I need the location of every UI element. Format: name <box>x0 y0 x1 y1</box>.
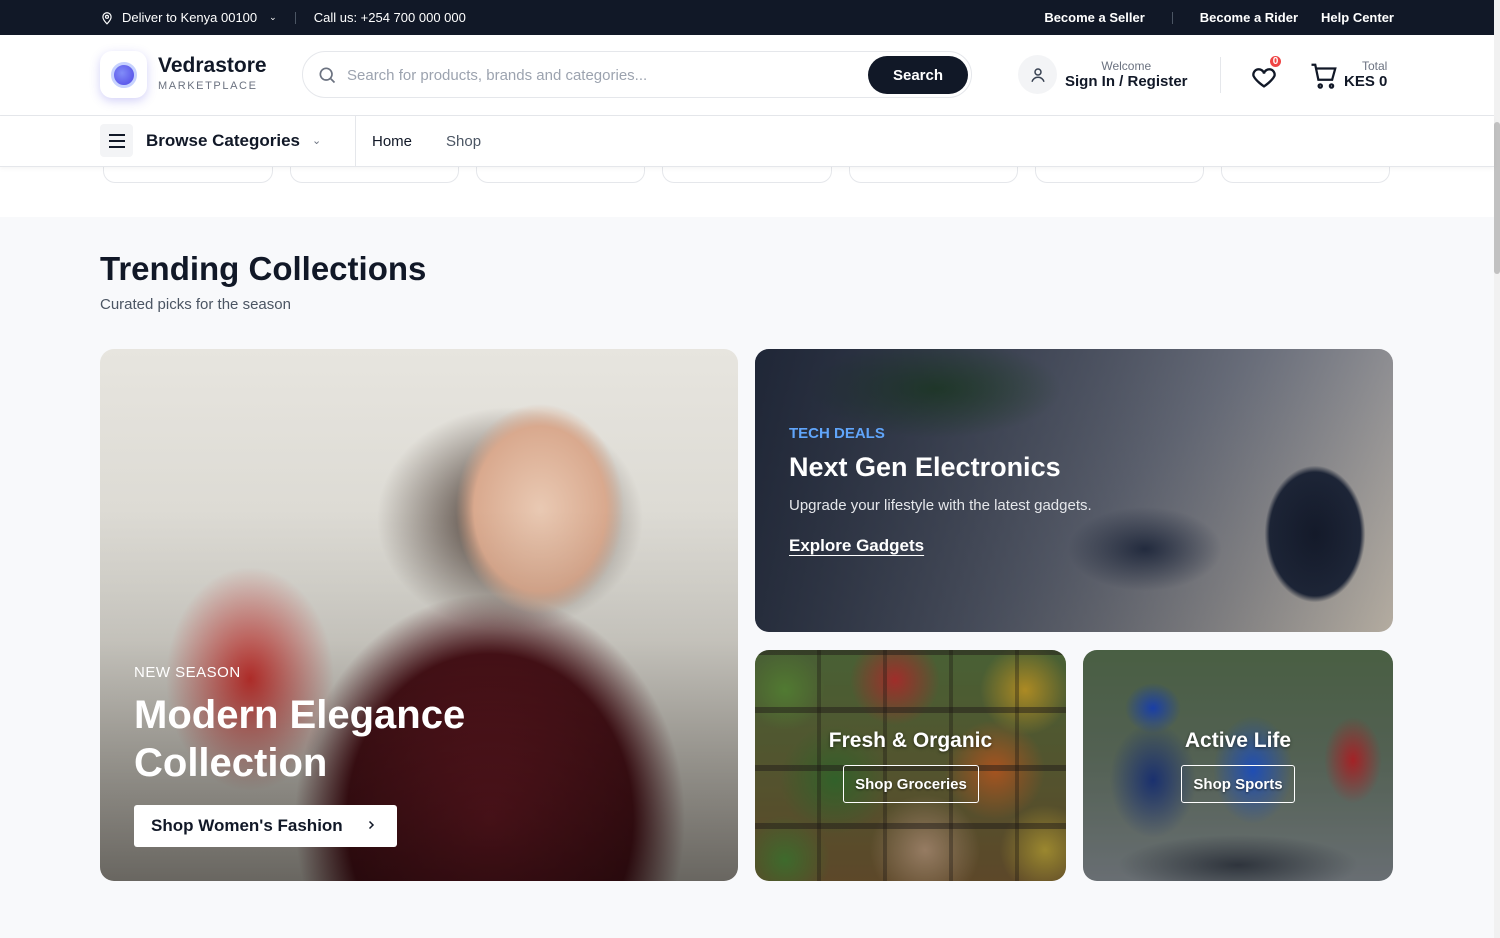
user-icon <box>1018 55 1057 94</box>
search-input[interactable] <box>347 62 857 88</box>
groceries-card[interactable]: Fresh & Organic Shop Groceries <box>755 650 1066 881</box>
search-bar: Search <box>302 51 972 98</box>
search-icon <box>319 67 336 84</box>
section-title: Trending Collections <box>100 250 427 287</box>
cart-icon[interactable] <box>1309 61 1339 91</box>
account-link[interactable]: Welcome Sign In / Register <box>1018 55 1188 94</box>
section-subtitle: Curated picks for the season <box>100 296 291 313</box>
divider <box>1220 57 1221 93</box>
site-header: Vedrastore MARKETPLACE Search Welcome Si… <box>0 35 1494 116</box>
fashion-tag: NEW SEASON <box>134 664 241 681</box>
fashion-title: Modern Elegance Collection <box>134 693 466 785</box>
sports-title: Active Life <box>1184 729 1292 752</box>
explore-gadgets-link[interactable]: Explore Gadgets <box>789 536 924 556</box>
divider <box>1171 11 1173 24</box>
cart-total-label: Total <box>1362 59 1388 73</box>
electronics-title: Next Gen Electronics <box>789 452 1061 482</box>
browse-categories-label: Browse Categories <box>146 130 300 150</box>
nav-home[interactable]: Home <box>372 133 412 150</box>
sign-in-register[interactable]: Sign In / Register <box>1065 73 1188 90</box>
deliver-location[interactable]: Deliver to Kenya 00100 <box>122 10 257 25</box>
fashion-collection-card[interactable]: NEW SEASON Modern Elegance Collection Sh… <box>100 349 738 881</box>
divider <box>355 116 356 167</box>
cart-summary[interactable]: Total KES 0 <box>1344 59 1387 90</box>
divider <box>294 11 296 24</box>
logo-icon <box>110 61 137 88</box>
scrollbar[interactable] <box>1494 0 1500 938</box>
shop-womens-fashion-button[interactable]: Shop Women's Fashion <box>134 805 397 847</box>
cart-total-value: KES 0 <box>1344 73 1388 90</box>
map-pin-icon <box>102 11 112 25</box>
search-button[interactable]: Search <box>868 56 968 94</box>
call-us: Call us: +254 700 000 000 <box>313 10 466 25</box>
nav-shop[interactable]: Shop <box>446 133 481 150</box>
electronics-card[interactable]: TECH DEALS Next Gen Electronics Upgrade … <box>755 349 1393 632</box>
chevron-down-icon: ⌄ <box>312 135 322 147</box>
electronics-tag: TECH DEALS <box>789 425 885 442</box>
brand-subtitle: MARKETPLACE <box>158 80 258 92</box>
help-center-link[interactable]: Help Center <box>1321 10 1394 25</box>
logo[interactable] <box>100 51 147 98</box>
nav-bar: Browse Categories ⌄ Home Shop <box>0 116 1494 167</box>
become-rider-link[interactable]: Become a Rider <box>1200 10 1298 25</box>
shop-groceries-button[interactable]: Shop Groceries <box>843 765 979 803</box>
wishlist-count-badge: 0 <box>1268 54 1283 69</box>
groceries-title: Fresh & Organic <box>828 729 993 752</box>
brand[interactable]: Vedrastore MARKETPLACE <box>158 54 267 92</box>
top-bar: Deliver to Kenya 00100 ⌄ Call us: +254 7… <box>0 0 1494 35</box>
chevron-right-icon <box>365 816 377 836</box>
shop-womens-fashion-label: Shop Women's Fashion <box>151 816 343 835</box>
browse-categories-button[interactable]: Browse Categories ⌄ <box>100 124 321 157</box>
electronics-subtitle: Upgrade your lifestyle with the latest g… <box>789 497 1092 514</box>
sports-card[interactable]: Active Life Shop Sports <box>1083 650 1393 881</box>
welcome-label: Welcome <box>1101 59 1152 73</box>
menu-icon <box>100 124 133 157</box>
shop-sports-button[interactable]: Shop Sports <box>1181 765 1295 803</box>
brand-name: Vedrastore <box>158 54 267 77</box>
become-seller-link[interactable]: Become a Seller <box>1044 10 1144 25</box>
scrollbar-thumb[interactable] <box>1494 122 1500 274</box>
chevron-down-icon[interactable]: ⌄ <box>269 12 277 23</box>
